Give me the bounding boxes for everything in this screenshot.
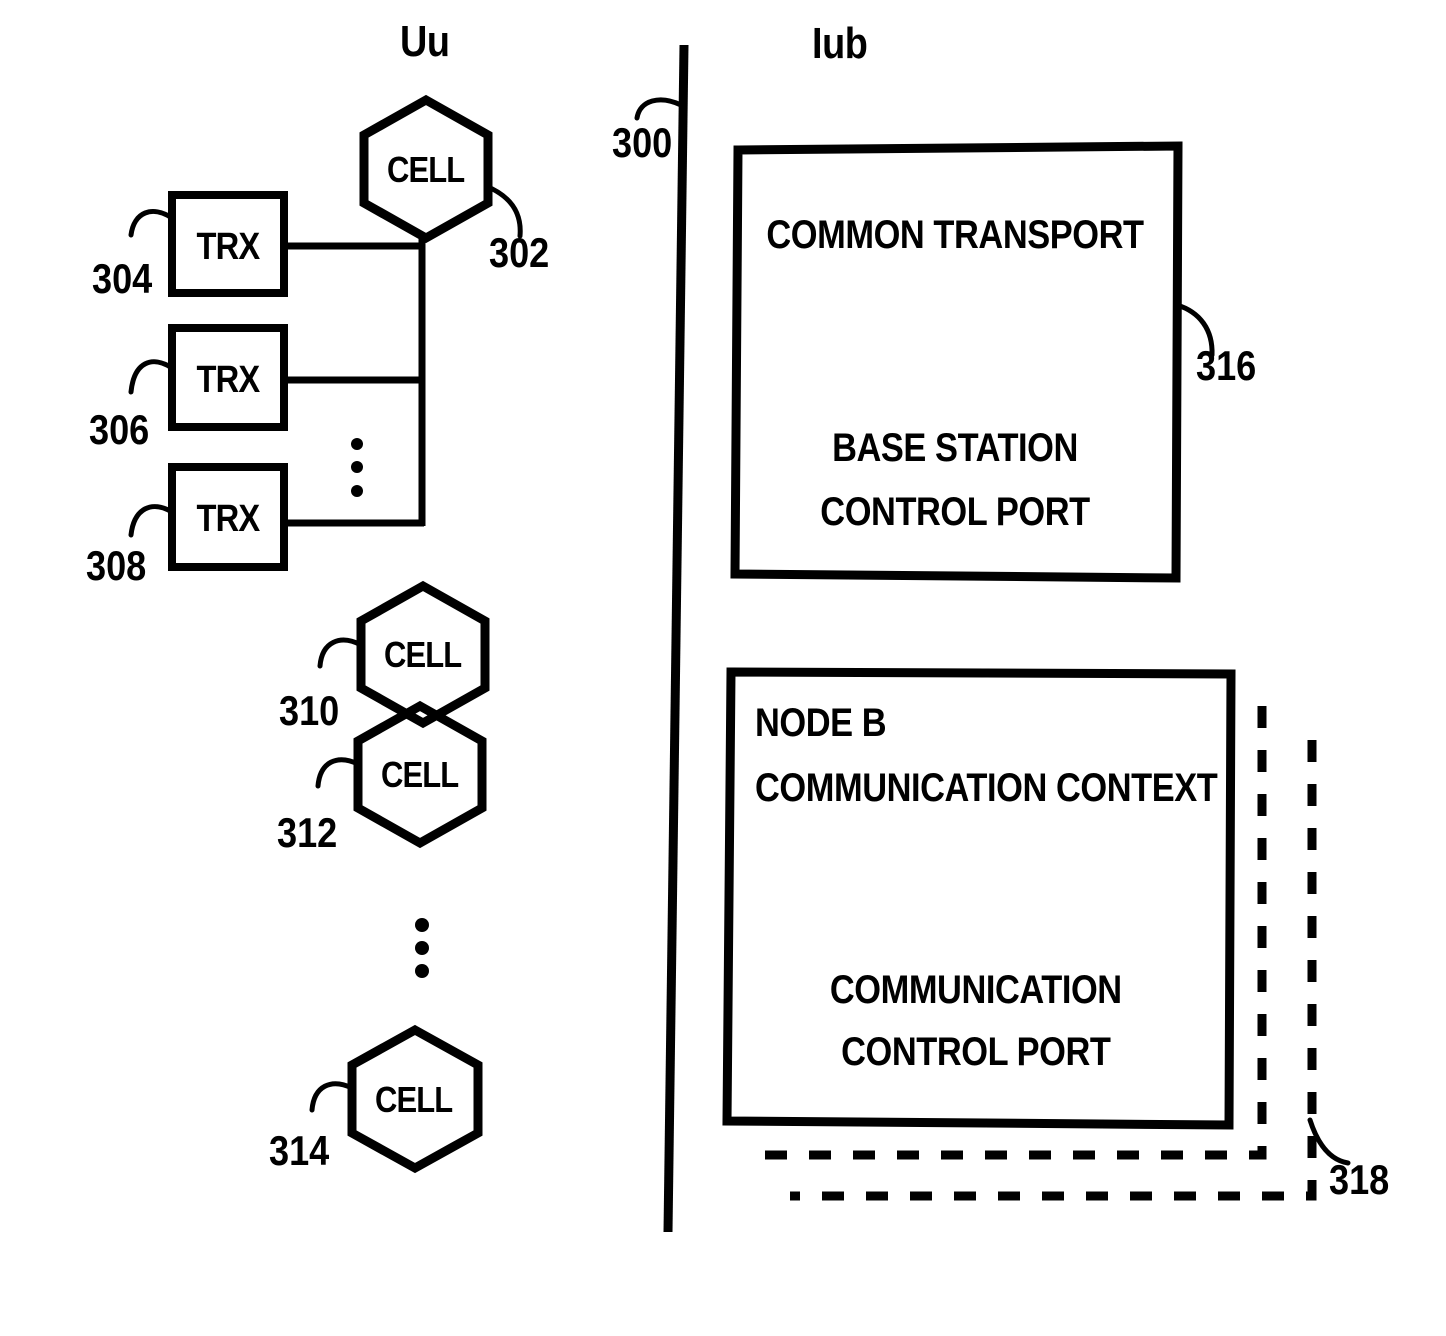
interface-label-iub: Iub xyxy=(812,19,868,68)
trx-label-2: TRX xyxy=(196,359,261,401)
figure-linework xyxy=(128,44,1351,1233)
patent-figure: Uu Iub 300 302 304 306 308 310 312 314 3… xyxy=(0,0,1446,1336)
ref-302: 302 xyxy=(489,229,550,276)
cell-label-310: CELL xyxy=(383,634,462,675)
base-station-line-2: CONTROL PORT xyxy=(820,490,1090,534)
trx-label-1: TRX xyxy=(196,226,261,268)
ref-304: 304 xyxy=(92,255,153,302)
communication-control-port-line-2: CONTROL PORT xyxy=(841,1030,1111,1074)
cell-label-302: CELL xyxy=(386,149,465,190)
common-transport-title: COMMON TRANSPORT xyxy=(766,213,1144,257)
leader-308 xyxy=(128,504,175,538)
trx-ellipsis-dot xyxy=(351,461,363,473)
cell-ellipsis-dot xyxy=(415,941,429,955)
cell-label-312: CELL xyxy=(380,754,459,795)
cell-ellipsis-dot xyxy=(415,964,429,978)
ref-306: 306 xyxy=(89,406,150,453)
ref-310: 310 xyxy=(279,687,340,734)
cell-ellipsis-dot xyxy=(415,918,429,932)
leader-314 xyxy=(309,1081,355,1113)
interface-boundary-line-300 xyxy=(663,44,689,1233)
leader-312 xyxy=(315,757,361,789)
leader-300 xyxy=(634,97,684,121)
leader-310 xyxy=(317,637,364,669)
ref-308: 308 xyxy=(86,542,147,589)
base-station-line-1: BASE STATION xyxy=(832,426,1078,470)
node-b-title-line-2: COMMUNICATION CONTEXT xyxy=(755,766,1218,810)
trx-label-3: TRX xyxy=(196,498,261,540)
trx-ellipsis-dot xyxy=(351,438,363,450)
node-b-title-line-1: NODE B xyxy=(755,701,887,745)
ref-316: 316 xyxy=(1196,342,1257,389)
communication-control-port-line-1: COMMUNICATION xyxy=(829,968,1122,1012)
ref-300: 300 xyxy=(612,119,673,166)
interface-label-uu: Uu xyxy=(400,17,450,66)
ref-318: 318 xyxy=(1329,1156,1390,1203)
cell-label-314: CELL xyxy=(374,1079,453,1120)
ref-312: 312 xyxy=(277,809,338,856)
leader-304 xyxy=(128,209,175,238)
ref-314: 314 xyxy=(269,1127,330,1174)
leader-306 xyxy=(128,359,175,395)
trx-ellipsis-dot xyxy=(351,485,363,497)
